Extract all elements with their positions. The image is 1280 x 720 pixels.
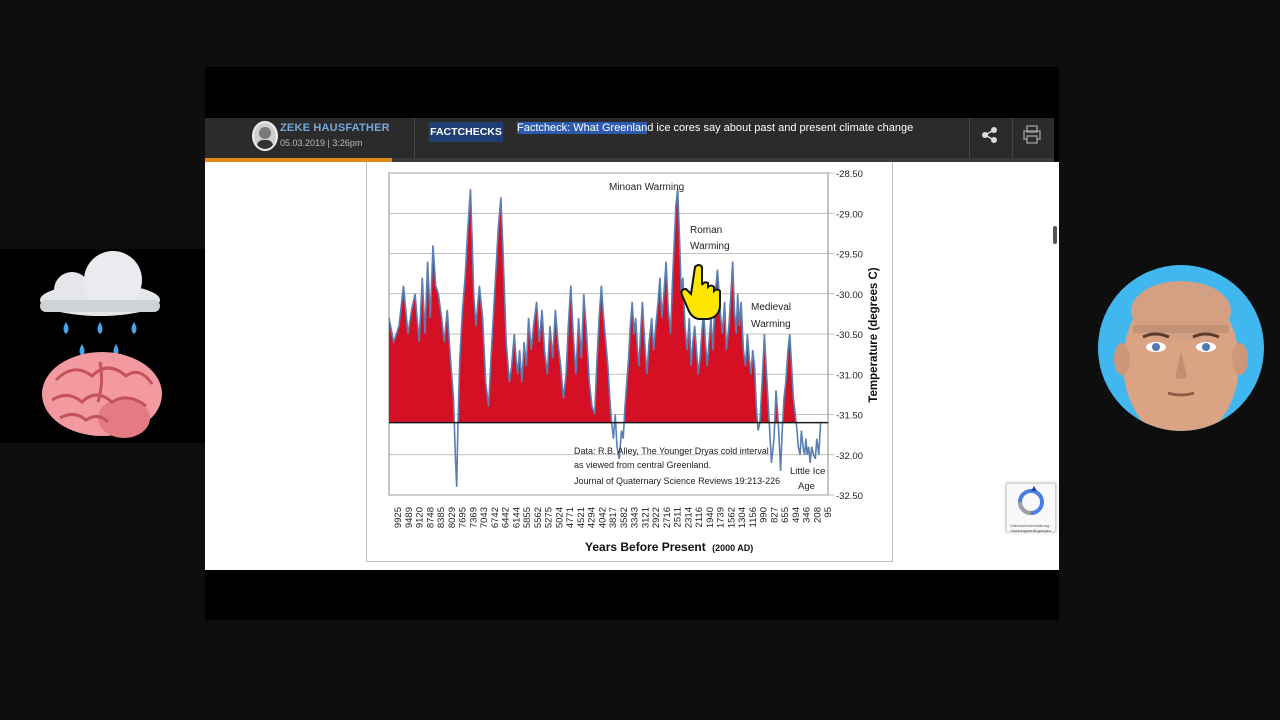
- x-tick-label-29: 1940: [705, 507, 716, 528]
- x-tick-label-31: 1562: [726, 507, 737, 528]
- x-tick-label-30: 1739: [716, 507, 727, 528]
- y-tick-label-4: -30.50: [836, 330, 863, 341]
- x-tick-label-19: 4042: [597, 507, 608, 528]
- recaptcha-text[interactable]: Datenschutzerklärung - Nutzungsbedingung…: [1007, 523, 1055, 533]
- y-axis-label: Temperature (degrees C): [868, 267, 880, 402]
- x-axis-label: Years Before Present: [585, 540, 706, 554]
- annotation-little-ice-age-1: Little Ice: [790, 466, 825, 477]
- x-tick-label-12: 5855: [522, 507, 533, 528]
- x-tick-label-11: 6144: [511, 507, 522, 528]
- x-tick-label-24: 2922: [651, 507, 662, 528]
- x-tick-label-38: 346: [802, 507, 813, 523]
- x-tick-label-6: 7695: [458, 507, 469, 528]
- x-tick-label-7: 7369: [468, 507, 479, 528]
- x-tick-label-10: 6442: [501, 507, 512, 528]
- x-tick-label-32: 1304: [737, 507, 748, 528]
- annotation-roman-1: Roman: [690, 225, 722, 236]
- x-tick-label-8: 7043: [479, 507, 490, 528]
- y-tick-label-8: -32.50: [836, 491, 863, 502]
- x-tick-label-18: 4294: [587, 507, 598, 528]
- x-tick-label-34: 990: [759, 507, 770, 523]
- temperature-line: [388, 189, 822, 487]
- x-tick-label-27: 2314: [683, 507, 694, 528]
- x-tick-label-36: 655: [780, 507, 791, 523]
- x-tick-label-1: 9489: [404, 507, 415, 528]
- x-tick-label-26: 2511: [673, 507, 684, 527]
- x-tick-label-9: 6742: [490, 507, 501, 528]
- x-tick-label-17: 4521: [576, 507, 587, 528]
- x-axis-label-small: (2000 AD): [712, 543, 753, 553]
- annotation-little-ice-age-2: Age: [798, 481, 815, 492]
- temperature-chart: -28.50 -29.00 -29.50 -30.00 -30.50 -31.00 -31.…: [388, 169, 880, 554]
- annotation-medieval-2: Warming: [751, 319, 791, 330]
- y-tick-label-0: -28.50: [836, 169, 863, 180]
- face-icon: [1114, 281, 1248, 431]
- x-tick-label-0: 9925: [393, 507, 404, 528]
- x-tick-label-14: 5275: [544, 507, 555, 528]
- annotation-minoan: Minoan Warming: [609, 182, 684, 193]
- x-tick-label-40: 95: [823, 507, 834, 518]
- y-tick-label-7: -32.00: [836, 451, 863, 462]
- x-tick-label-25: 2716: [662, 507, 673, 528]
- x-tick-label-4: 8385: [436, 507, 447, 528]
- x-tick-label-37: 494: [791, 507, 802, 523]
- hand-cursor-icon: [680, 264, 721, 320]
- presenter-avatar: [1098, 265, 1264, 431]
- x-tick-label-35: 827: [769, 507, 780, 523]
- annotation-source-2: as viewed from central Greenland.: [574, 460, 711, 470]
- x-tick-label-33: 1156: [748, 507, 759, 527]
- x-tick-label-22: 3343: [630, 507, 641, 528]
- y-tick-label-2: -29.50: [836, 250, 863, 261]
- x-tick-label-28: 2116: [694, 507, 705, 527]
- y-tick-label-1: -29.00: [836, 209, 863, 220]
- svg-text:Years Before Present (2000: Years Before Present (2000 AD): [585, 540, 753, 554]
- x-tick-label-2: 9120: [415, 507, 426, 528]
- annotation-medieval-1: Medieval: [751, 302, 791, 313]
- x-tick-label-5: 8029: [447, 507, 458, 528]
- recaptcha-badge[interactable]: Datenschutzerklärung - Nutzungsbedingung…: [1006, 483, 1056, 533]
- recaptcha-icon: [1018, 486, 1044, 515]
- x-tick-label-15: 5024: [554, 507, 565, 528]
- x-tick-label-23: 3121: [640, 507, 651, 528]
- x-tick-label-16: 4771: [565, 507, 576, 528]
- x-tick-label-39: 208: [812, 507, 823, 523]
- x-tick-label-13: 5562: [533, 507, 544, 528]
- y-tick-label-3: -30.00: [836, 290, 863, 301]
- y-tick-label-5: -31.00: [836, 370, 863, 381]
- x-tick-label-3: 8748: [425, 507, 436, 528]
- y-tick-label-6: -31.50: [836, 411, 863, 422]
- annotation-source-1: Data: R.B. Alley, The Younger Dryas cold…: [574, 446, 769, 456]
- annotation-roman-2: Warming: [690, 241, 730, 252]
- annotation-source-3: Journal of Quaternary Science Reviews 19…: [574, 476, 780, 486]
- x-tick-label-21: 3582: [619, 507, 630, 528]
- x-tick-label-20: 3817: [608, 507, 619, 528]
